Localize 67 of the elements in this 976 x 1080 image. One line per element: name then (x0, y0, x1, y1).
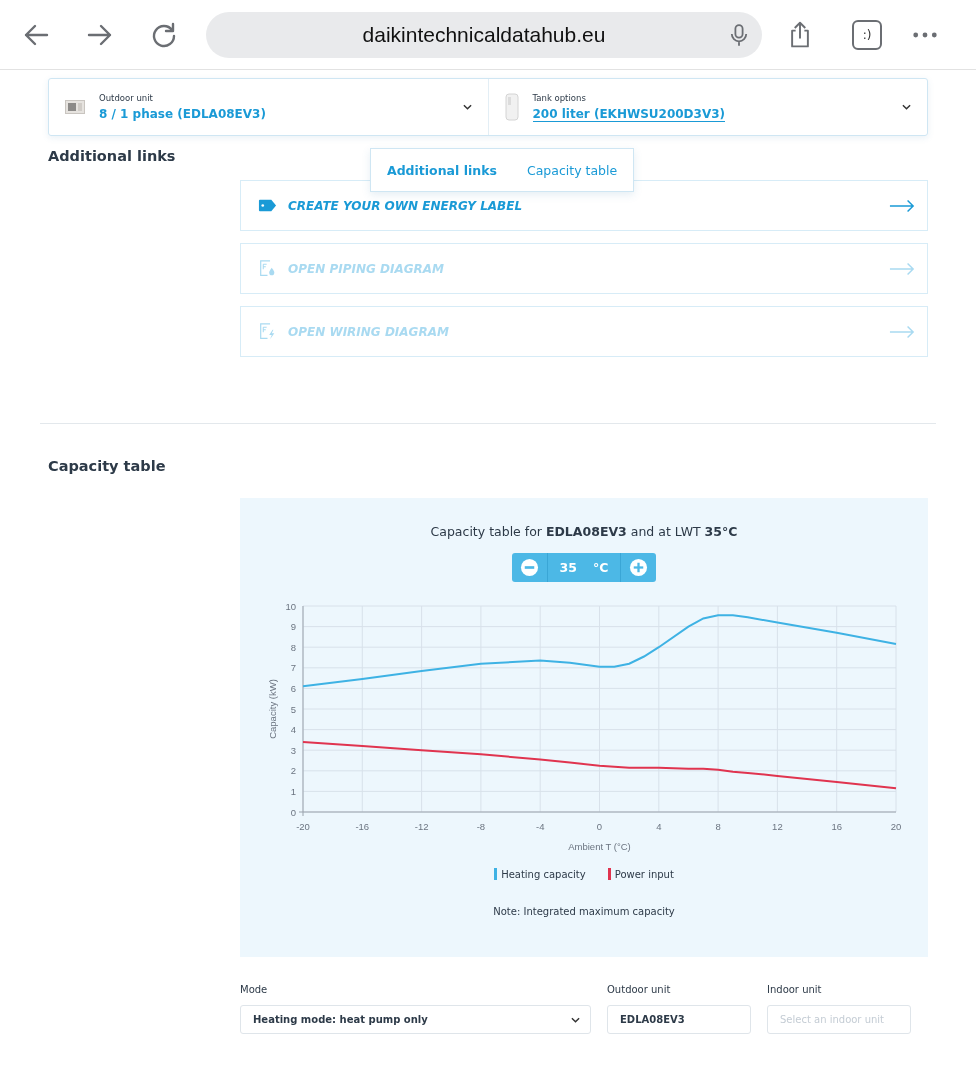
selector-value[interactable]: 8 / 1 phase (EDLA08EV3) (99, 107, 266, 121)
link-label: OPEN WIRING DIAGRAM (288, 324, 450, 339)
document-bolt-icon (258, 323, 277, 340)
link-label: OPEN PIPING DIAGRAM (288, 261, 446, 276)
y-tick-label: 5 (290, 703, 296, 715)
arrow-right-icon (889, 261, 915, 276)
tag-icon (258, 197, 277, 214)
outdoor-unit-field[interactable]: EDLA08EV3 (607, 1005, 751, 1034)
y-tick-label: 0 (290, 806, 296, 818)
section-tab[interactable]: Capacity table (526, 162, 618, 178)
selector-value[interactable]: 200 liter (EKHWSU200D3V3) (532, 106, 726, 122)
link-row[interactable]: CREATE YOUR OWN ENERGY LABEL (240, 180, 928, 231)
x-tick-label: 8 (715, 821, 721, 832)
address-bar[interactable]: daikintechnicaldatahub.eu (206, 11, 762, 58)
legend-label: Heating capacity (501, 868, 586, 880)
x-tick-label: -4 (535, 821, 545, 832)
y-tick-label: 3 (290, 744, 296, 756)
chevron-down-icon (462, 104, 472, 110)
x-tick-label: 16 (831, 821, 842, 832)
reload-icon[interactable] (150, 20, 178, 49)
tabs-button[interactable]: :) (852, 19, 882, 50)
x-tick-label: -8 (476, 821, 486, 832)
section-heading: Additional links (48, 148, 177, 164)
section-heading: Capacity table (48, 458, 167, 474)
water-tank-icon (504, 93, 519, 121)
microphone-icon[interactable] (730, 22, 748, 47)
field-label: Mode (240, 984, 269, 995)
unit-selector[interactable]: Tank options 200 liter (EKHWSU200D3V3) (487, 79, 927, 135)
x-tick-label: 0 (596, 821, 603, 832)
x-tick-label: 20 (890, 821, 902, 832)
arrow-right-icon (889, 324, 915, 339)
y-tick-label: 10 (285, 600, 296, 612)
mode-select[interactable]: Heating mode: heat pump only (240, 1005, 591, 1034)
x-tick-label: -20 (296, 821, 310, 832)
y-tick-label: 1 (290, 785, 296, 797)
link-label: CREATE YOUR OWN ENERGY LABEL (288, 198, 524, 213)
url-text: daikintechnicaldatahub.eu (362, 22, 606, 47)
section-tab[interactable]: Additional links (387, 162, 497, 178)
chevron-down-icon (902, 104, 911, 110)
y-tick-label: 6 (290, 682, 296, 694)
field-label: Indoor unit (767, 984, 823, 995)
stepper-unit: °C (585, 553, 622, 582)
selector-label: Outdoor unit (99, 93, 154, 103)
legend-label: Power input (614, 868, 674, 880)
chart-title: Capacity table for EDLA08EV3 and at LWT 35°C (430, 524, 738, 539)
stepper-value: 35 (546, 553, 585, 582)
unit-selector[interactable]: Outdoor unit 8 / 1 phase (EDLA08EV3) (49, 79, 488, 135)
x-tick-label: 4 (656, 821, 662, 832)
document-drop-icon (258, 260, 277, 277)
y-tick-label: 8 (290, 641, 296, 653)
chevron-down-icon (571, 1016, 580, 1023)
chart-note: Note: Integrated maximum capacity (493, 906, 675, 917)
y-axis-title: Capacity (kW) (267, 679, 278, 739)
x-tick-label: 12 (772, 821, 783, 832)
outdoor-unit-icon (65, 100, 85, 114)
y-tick-label: 9 (290, 621, 296, 633)
x-tick-label: -16 (355, 821, 370, 832)
y-tick-label: 4 (290, 724, 296, 736)
arrow-right-icon (889, 198, 915, 213)
selector-label: Tank options (532, 92, 587, 103)
y-tick-label: 2 (290, 765, 296, 777)
field-label: Outdoor unit (607, 984, 672, 995)
more-icon[interactable] (912, 30, 938, 39)
x-axis-title: Ambient T (°C) (568, 841, 631, 852)
y-tick-label: 7 (290, 662, 296, 674)
indoor-unit-field[interactable]: Select an indoor unit (767, 1005, 911, 1034)
x-tick-label: -12 (414, 821, 429, 832)
